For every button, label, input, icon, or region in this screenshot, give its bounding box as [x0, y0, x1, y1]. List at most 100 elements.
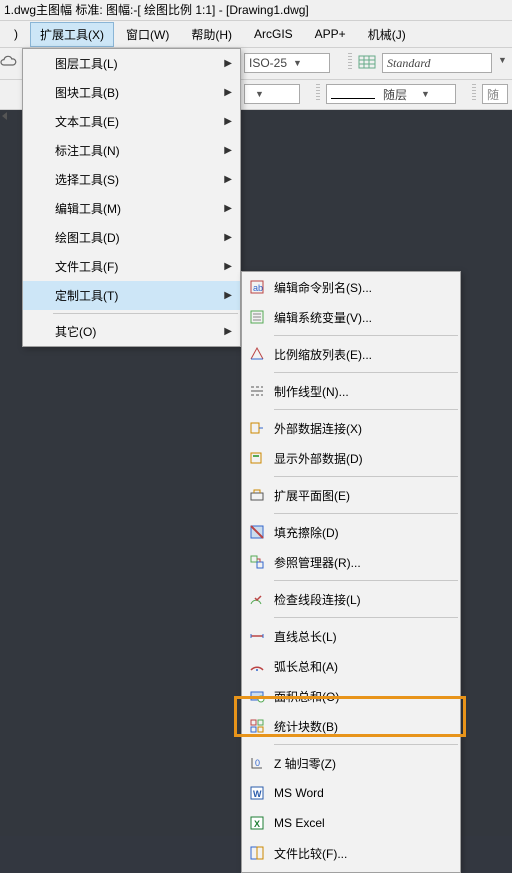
- submenu-item-flatten[interactable]: 扩展平面图(E): [242, 480, 460, 510]
- main-menu-item-9[interactable]: 其它(O)▶: [23, 317, 240, 346]
- toolbar-grip[interactable]: [344, 53, 356, 71]
- submenu-icon-col: ab: [242, 272, 272, 302]
- dimstyle-combo[interactable]: ISO-25 ▼: [244, 53, 330, 73]
- submenu-arrow-icon: ▶: [222, 116, 232, 127]
- main-menu-item-3[interactable]: 标注工具(N)▶: [23, 136, 240, 165]
- textstyle-drop[interactable]: ▼: [498, 55, 507, 65]
- menu-ext-tools[interactable]: 扩展工具(X): [30, 22, 114, 47]
- menu-appplus[interactable]: APP+: [305, 23, 356, 45]
- menu-ext-tools-label: 扩展工具(X): [40, 28, 104, 42]
- main-menu-item-8[interactable]: 定制工具(T)▶: [23, 281, 240, 310]
- title-bar: 1.dwg主图幅 标准: 图幅:-[ 绘图比例 1:1] - [Drawing1…: [0, 0, 512, 20]
- submenu-arrow-icon: ▶: [222, 174, 232, 185]
- main-menu-item-6[interactable]: 绘图工具(D)▶: [23, 223, 240, 252]
- ext-tools-dropdown: 图层工具(L)▶图块工具(B)▶文本工具(E)▶标注工具(N)▶选择工具(S)▶…: [22, 48, 241, 347]
- submenu-item-areatot[interactable]: 面积总和(O): [242, 681, 460, 711]
- main-menu-item-2[interactable]: 文本工具(E)▶: [23, 107, 240, 136]
- alias-icon: ab: [249, 279, 265, 295]
- submenu-item-linetype[interactable]: 制作线型(N)...: [242, 376, 460, 406]
- arclen-icon: [249, 658, 265, 674]
- menu-item-label: 图块工具(B): [51, 84, 222, 101]
- menu-item-label: 标注工具(N): [51, 142, 222, 159]
- submenu-item-alias[interactable]: ab编辑命令别名(S)...: [242, 272, 460, 302]
- submenu-item-showext[interactable]: 显示外部数据(D): [242, 443, 460, 473]
- submenu-item-scalelist[interactable]: 比例缩放列表(E)...: [242, 339, 460, 369]
- statblk-icon: [249, 718, 265, 734]
- submenu-icon-col: [242, 681, 272, 711]
- submenu-icon-col: [242, 413, 272, 443]
- menu-icon-col: [23, 223, 51, 252]
- submenu-item-filldel[interactable]: 填充擦除(D): [242, 517, 460, 547]
- submenu-item-arclen[interactable]: 弧长总和(A): [242, 651, 460, 681]
- submenu-item-filecmp[interactable]: 文件比较(F)...: [242, 838, 460, 868]
- menu-item-label: 绘图工具(D): [51, 229, 222, 246]
- chevron-down-icon: ▼: [293, 58, 302, 68]
- textstyle-combo[interactable]: Standard: [382, 53, 492, 73]
- linetype-right-combo[interactable]: 随: [482, 84, 508, 104]
- combo-empty[interactable]: ▼: [244, 84, 300, 104]
- menu-window[interactable]: 窗口(W): [116, 22, 179, 47]
- submenu-icon-col: [242, 711, 272, 741]
- submenu-item-sysvar[interactable]: 编辑系统变量(V)...: [242, 302, 460, 332]
- submenu-item-msexcel[interactable]: XMS Excel: [242, 808, 460, 838]
- menu-item-label: 其它(O): [51, 323, 222, 340]
- submenu-item-label: 弧长总和(A): [272, 658, 452, 675]
- cloud-icon[interactable]: [0, 54, 18, 70]
- submenu-icon-col: [242, 376, 272, 406]
- refmgr-icon: [249, 554, 265, 570]
- menu-icon-col: [23, 317, 51, 346]
- menu-item-label: 定制工具(T): [51, 287, 222, 304]
- submenu-item-msword[interactable]: WMS Word: [242, 778, 460, 808]
- toolbar-grip-2[interactable]: [312, 84, 324, 102]
- menu-item-label: 编辑工具(M): [51, 200, 222, 217]
- toolbar-grip-3[interactable]: [468, 84, 480, 102]
- submenu-item-checkseg[interactable]: 检查线段连接(L): [242, 584, 460, 614]
- linetype-combo[interactable]: 随层 ▼: [326, 84, 456, 104]
- main-menu-item-5[interactable]: 编辑工具(M)▶: [23, 194, 240, 223]
- menu-icon-col: [23, 252, 51, 281]
- zzero-icon: 0: [249, 755, 265, 771]
- menu-arcgis[interactable]: ArcGIS: [244, 23, 303, 45]
- submenu-item-label: 外部数据连接(X): [272, 420, 452, 437]
- submenu-icon-col: [242, 584, 272, 614]
- menu-partial[interactable]: ): [4, 23, 28, 45]
- menu-help[interactable]: 帮助(H): [181, 22, 242, 47]
- menu-icon-col: [23, 165, 51, 194]
- submenu-arrow-icon: ▶: [222, 261, 232, 272]
- submenu-item-label: 填充擦除(D): [272, 524, 452, 541]
- submenu-item-zzero[interactable]: 0 Z 轴归零(Z): [242, 748, 460, 778]
- submenu-item-extdata[interactable]: 外部数据连接(X): [242, 413, 460, 443]
- submenu-item-linelen[interactable]: 直线总长(L): [242, 621, 460, 651]
- submenu-icon-col: [242, 302, 272, 332]
- linetype-right-value: 随: [487, 86, 499, 103]
- menu-icon-col: [23, 107, 51, 136]
- submenu-item-refmgr[interactable]: 参照管理器(R)...: [242, 547, 460, 577]
- svg-text:0: 0: [255, 758, 260, 768]
- menu-mech[interactable]: 机械(J): [358, 22, 416, 47]
- main-menu-item-0[interactable]: 图层工具(L)▶: [23, 49, 240, 78]
- submenu-item-label: 检查线段连接(L): [272, 591, 452, 608]
- main-menu-item-7[interactable]: 文件工具(F)▶: [23, 252, 240, 281]
- dimstyle-value: ISO-25: [249, 56, 287, 70]
- submenu-item-statblk[interactable]: 统计块数(B): [242, 711, 460, 741]
- main-menu-item-4[interactable]: 选择工具(S)▶: [23, 165, 240, 194]
- submenu-item-label: MS Word: [272, 786, 452, 800]
- submenu-arrow-icon: ▶: [222, 87, 232, 98]
- submenu-arrow-icon: ▶: [222, 290, 232, 301]
- submenu-icon-col: [242, 547, 272, 577]
- submenu-item-label: 编辑系统变量(V)...: [272, 309, 452, 326]
- submenu-item-label: 文件比较(F)...: [272, 845, 452, 862]
- submenu-arrow-icon: ▶: [222, 203, 232, 214]
- menu-item-label: 文件工具(F): [51, 258, 222, 275]
- menu-item-label: 文本工具(E): [51, 113, 222, 130]
- submenu-item-label: Z 轴归零(Z): [272, 755, 452, 772]
- submenu-item-label: 参照管理器(R)...: [272, 554, 452, 571]
- linetype-value: 随层: [383, 86, 407, 103]
- table-icon[interactable]: [358, 54, 376, 70]
- custom-tools-submenu: ab编辑命令别名(S)... 编辑系统变量(V)... 比例缩放列表(E)... 制作…: [241, 271, 461, 873]
- menu-icon-col: [23, 78, 51, 107]
- canvas-tri-left[interactable]: [2, 112, 7, 120]
- menu-icon-col: [23, 49, 51, 78]
- submenu-icon-col: [242, 621, 272, 651]
- main-menu-item-1[interactable]: 图块工具(B)▶: [23, 78, 240, 107]
